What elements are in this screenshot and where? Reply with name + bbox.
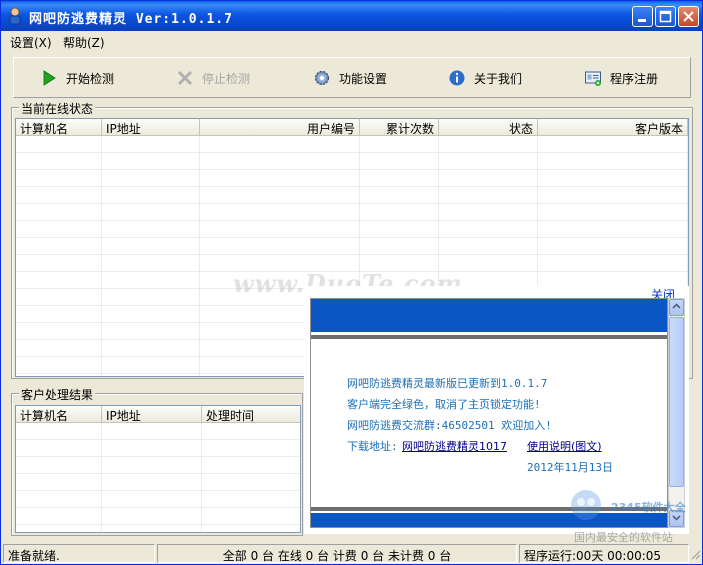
col-user-id[interactable]: 用户编号 bbox=[200, 119, 360, 136]
col-ip-address[interactable]: IP地址 bbox=[102, 119, 200, 136]
popup-line-3: 网吧防逃费交流群:46502501 欢迎加入! bbox=[347, 419, 552, 432]
about-label: 关于我们 bbox=[474, 71, 523, 86]
register-button[interactable]: 程序注册 bbox=[584, 68, 658, 88]
results-list[interactable]: 计算机名 IP地址 处理时间 bbox=[15, 405, 301, 533]
popup-date: 2012年11月13日 bbox=[527, 461, 613, 474]
status-bar: 准备就绪. 全部 0 台 在线 0 台 计费 0 台 未计费 0 台 程序运行:… bbox=[1, 542, 702, 564]
popup-line-2: 客户端完全绿色，取消了主页锁定功能! bbox=[347, 398, 541, 411]
results-list-grid bbox=[16, 423, 300, 532]
status-counts: 全部 0 台 在线 0 台 计费 0 台 未计费 0 台 bbox=[157, 544, 517, 563]
col-ip-address[interactable]: IP地址 bbox=[102, 406, 202, 423]
menu-bar: 设置(X) 帮助(Z) bbox=[1, 31, 702, 51]
stop-detect-button[interactable]: 停止检测 bbox=[176, 68, 250, 88]
maximize-button[interactable] bbox=[655, 6, 676, 27]
info-icon bbox=[448, 69, 466, 87]
online-status-label: 当前在线状态 bbox=[19, 100, 96, 117]
results-list-header: 计算机名 IP地址 处理时间 bbox=[16, 406, 300, 423]
app-window: 网吧防逃费精灵 Ver:1.0.1.7 设置(X) 帮助(Z) 开始检测 停止检… bbox=[0, 0, 703, 565]
maximize-icon bbox=[659, 10, 672, 23]
manual-link[interactable]: 使用说明(图文) bbox=[527, 438, 602, 454]
register-label: 程序注册 bbox=[610, 71, 659, 86]
col-status[interactable]: 状态 bbox=[439, 119, 538, 136]
popup-top-band bbox=[311, 299, 667, 332]
status-runtime: 程序运行:00天 00:00:05 bbox=[519, 544, 689, 563]
col-filler bbox=[688, 119, 689, 136]
close-button[interactable] bbox=[678, 6, 699, 27]
menu-help[interactable]: 帮助(Z) bbox=[63, 34, 105, 51]
scroll-up-button[interactable] bbox=[669, 299, 684, 316]
toolbar: 开始检测 停止检测 功能设置 关于我们 程序注册 bbox=[13, 57, 691, 98]
menu-settings[interactable]: 设置(X) bbox=[10, 34, 52, 51]
about-button[interactable]: 关于我们 bbox=[448, 68, 522, 88]
col-process-time[interactable]: 处理时间 bbox=[202, 406, 300, 423]
col-client-version[interactable]: 客户版本 bbox=[538, 119, 688, 136]
minimize-button[interactable] bbox=[632, 6, 653, 27]
col-computer-name[interactable]: 计算机名 bbox=[16, 406, 102, 423]
col-computer-name[interactable]: 计算机名 bbox=[16, 119, 102, 136]
scroll-thumb[interactable] bbox=[669, 317, 684, 487]
resize-grip-icon bbox=[691, 550, 701, 560]
start-detect-label: 开始检测 bbox=[66, 71, 115, 86]
status-ready: 准备就绪. bbox=[3, 544, 155, 563]
gear-icon bbox=[313, 69, 331, 87]
watermark-logo-text: 2345软件大全 bbox=[611, 501, 686, 514]
register-icon bbox=[584, 69, 602, 87]
results-label: 客户处理结果 bbox=[19, 386, 96, 403]
window-title: 网吧防逃费精灵 Ver:1.0.1.7 bbox=[29, 12, 233, 27]
chevron-up-icon bbox=[672, 303, 681, 309]
app-icon bbox=[7, 7, 23, 25]
col-total-count[interactable]: 累计次数 bbox=[360, 119, 439, 136]
download-prefix: 下载地址: bbox=[347, 440, 398, 453]
settings-label: 功能设置 bbox=[339, 71, 388, 86]
online-list-header: 计算机名 IP地址 用户编号 累计次数 状态 客户版本 bbox=[16, 119, 689, 136]
popup-top-rule bbox=[311, 335, 667, 339]
play-icon bbox=[40, 69, 58, 87]
minimize-icon bbox=[638, 19, 646, 22]
settings-button[interactable]: 功能设置 bbox=[313, 68, 387, 88]
close-icon bbox=[683, 11, 694, 22]
resize-grip[interactable] bbox=[689, 548, 701, 562]
title-bar[interactable]: 网吧防逃费精灵 Ver:1.0.1.7 bbox=[1, 1, 702, 31]
stop-detect-label: 停止检测 bbox=[202, 71, 251, 86]
stop-x-icon bbox=[176, 69, 194, 87]
popup-line-1: 网吧防逃费精灵最新版已更新到1.0.1.7 bbox=[347, 377, 548, 390]
start-detect-button[interactable]: 开始检测 bbox=[40, 68, 114, 88]
download-link[interactable]: 网吧防逃费精灵1017 bbox=[402, 438, 507, 454]
